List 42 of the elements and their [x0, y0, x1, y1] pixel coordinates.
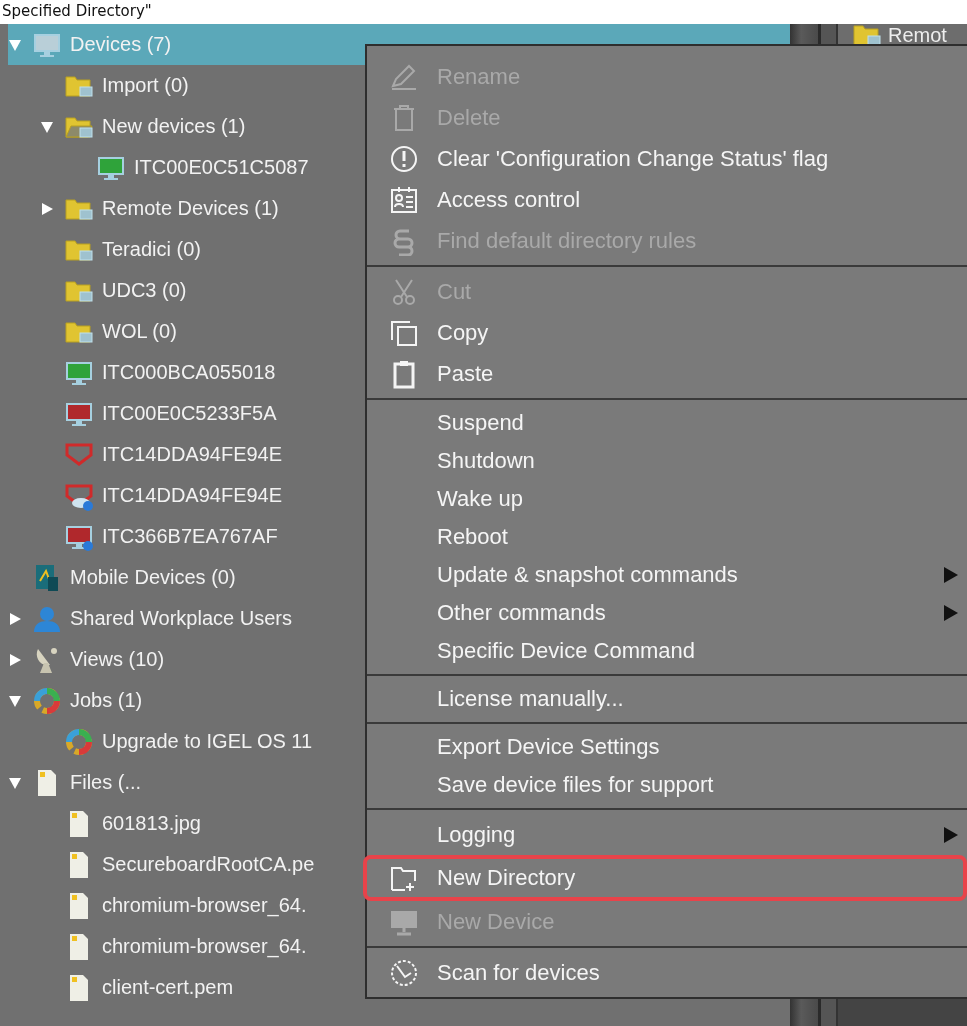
tree-item-label: WOL (0) [102, 320, 177, 343]
menu-item-label: New Directory [437, 865, 576, 891]
menu-item-label: Copy [437, 319, 489, 346]
menu-item-label: Access control [437, 186, 581, 213]
menu-item-label: Scan for devices [437, 959, 600, 986]
tree-item-label: UDC3 (0) [102, 279, 187, 302]
tree-item-label: ITC366B7EA767AF [102, 525, 278, 548]
tree-item-label: ITC14DDA94FE94E [102, 484, 283, 507]
tree-item-label: chromium-browser_64. [102, 935, 307, 958]
tree-item-label: ITC00E0C5233F5A [102, 402, 277, 425]
tree-item-label: Devices (7) [70, 33, 172, 56]
menu-item-label: Wake up [437, 486, 523, 512]
tree-item-label: New devices (1) [102, 115, 246, 138]
tree-item-label: ITC14DDA94FE94E [102, 443, 283, 466]
menu-item-label: Suspend [437, 410, 524, 436]
menu-item-label: Logging [437, 821, 516, 848]
tree-item-label: Teradici (0) [102, 238, 201, 261]
tree-item-label: Upgrade to IGEL OS 11 [102, 730, 313, 753]
tree-item-label: SecureboardRootCA.pe [102, 853, 315, 876]
menu-item-label: Specific Device Command [437, 638, 695, 664]
tree-item-label: ITC000BCA055018 [102, 361, 276, 384]
tree-item-label: Files (... [70, 771, 142, 794]
list-item-label: Remot [888, 24, 947, 47]
tree-item-label: Mobile Devices (0) [70, 566, 236, 589]
menu-item-label: Paste [437, 360, 494, 387]
menu-item-label: Reboot [437, 524, 508, 550]
menu-item-label: Other commands [437, 600, 606, 626]
menu-item-label: License manually... [437, 686, 624, 712]
tree-item-label: Shared Workplace Users [70, 607, 292, 630]
tree-item-label: Views (10) [70, 648, 165, 671]
tree-item-label: Jobs (1) [70, 689, 143, 712]
tree-item-label: chromium-browser_64. [102, 894, 307, 917]
menu-item-label: Save device files for support [437, 772, 714, 798]
tree-item-label: 601813.jpg [102, 812, 201, 835]
tree-item-label: client-cert.pem [102, 976, 234, 999]
tree-item-label: Remote Devices (1) [102, 197, 279, 220]
tree-item-label: ITC00E0C51C5087 [134, 156, 309, 179]
menu-item-label: Update & snapshot commands [437, 562, 738, 588]
menu-item-label: Export Device Settings [437, 734, 660, 760]
menu-item-label: Shutdown [437, 448, 535, 474]
tree-item-label: Import (0) [102, 74, 189, 97]
menu-item-label: Clear 'Configuration Change Status' flag [437, 145, 829, 172]
